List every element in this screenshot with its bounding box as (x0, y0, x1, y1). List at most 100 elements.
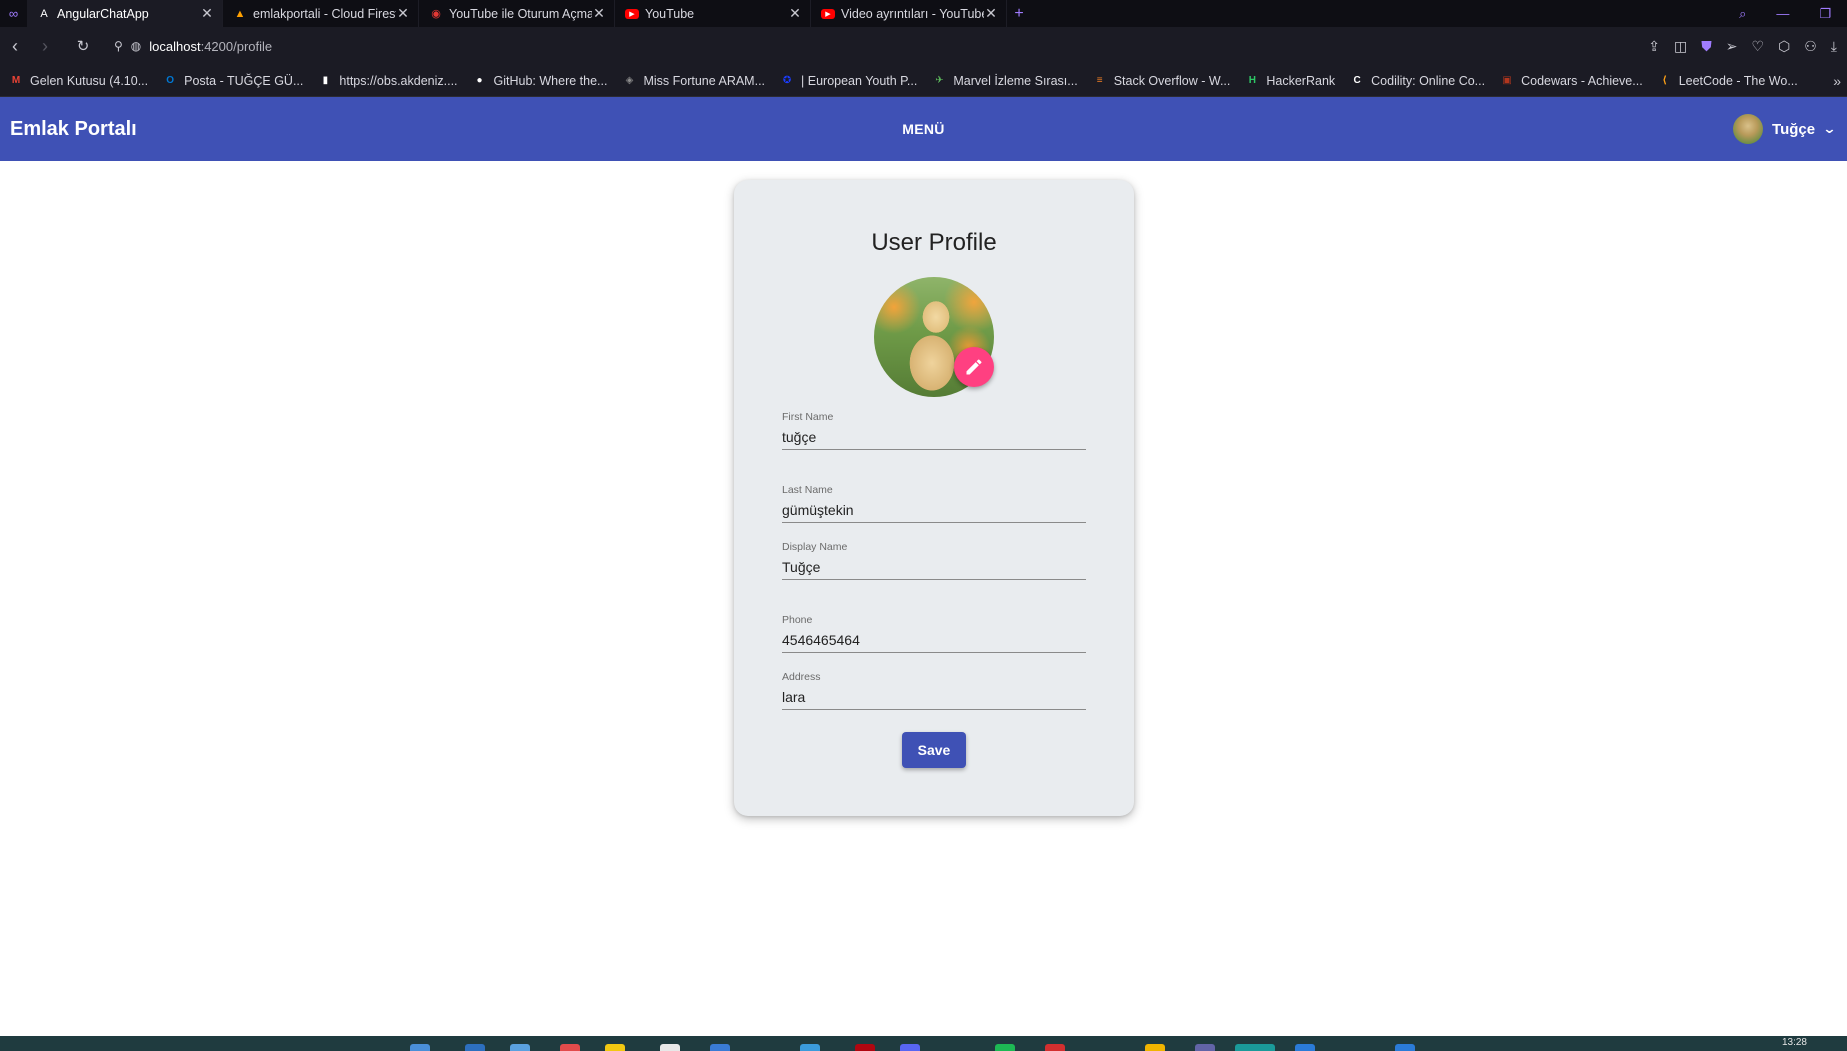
search-tabs-icon[interactable]: ⌕ (1739, 6, 1746, 22)
forward-button[interactable]: › (30, 31, 60, 61)
app-icon[interactable] (1195, 1044, 1215, 1051)
app-icon[interactable] (900, 1044, 920, 1051)
address-bar: ‹ › ↻ ⚲ ◍ localhost:4200/profile ⇪ ◫ ⛊ ➢… (0, 27, 1847, 65)
app-icon[interactable] (1395, 1044, 1415, 1051)
app-icon[interactable] (995, 1044, 1015, 1051)
phone-underline (782, 652, 1086, 653)
app-icon[interactable] (855, 1044, 875, 1051)
tab-title: AngularChatApp (57, 6, 149, 21)
reload-button[interactable]: ↻ (68, 31, 98, 61)
youtube-icon: ▶ (625, 8, 639, 19)
send-icon[interactable]: ➢ (1726, 38, 1738, 55)
back-button[interactable]: ‹ (0, 31, 30, 61)
browser-tab[interactable]: ▲ emlakportali - Cloud Firest ✕ (223, 0, 419, 27)
address-input[interactable] (782, 687, 1086, 707)
first-name-input[interactable] (782, 427, 1086, 447)
stackoverflow-icon: ≡ (1096, 75, 1103, 86)
browser-tab[interactable]: ▶ Video ayrıntıları - YouTube ✕ (811, 0, 1007, 27)
site-info-icon[interactable]: ⚲ (114, 39, 123, 53)
last-name-input[interactable] (782, 500, 1086, 520)
phone-input[interactable] (782, 630, 1086, 650)
menu-button[interactable]: MENÜ (902, 121, 944, 137)
app-icon[interactable] (1295, 1044, 1315, 1051)
close-tab-icon[interactable]: ✕ (984, 5, 998, 22)
eu-icon: ✪ (782, 75, 792, 86)
bookmark-item[interactable]: M Gelen Kutusu (4.10... (8, 74, 148, 88)
page-title: User Profile (871, 229, 997, 256)
share-icon[interactable]: ⇪ (1648, 38, 1660, 55)
display-name-field: Display Name (782, 541, 1086, 580)
os-taskbar: 13:28 (0, 1036, 1847, 1051)
bookmark-item[interactable]: ▣ Codewars - Achieve... (1499, 73, 1643, 88)
tab-list: A AngularChatApp ✕ ▲ emlakportali - Cloud Fi… (27, 0, 1007, 27)
bookmark-item[interactable]: H HackerRank (1244, 74, 1335, 88)
bookmark-item[interactable]: O Posta - TUĞÇE GÜ... (162, 74, 303, 88)
close-tab-icon[interactable]: ✕ (396, 5, 410, 22)
camera-icon[interactable]: ◫ (1674, 38, 1687, 55)
url-text[interactable]: localhost:4200/profile (149, 39, 272, 54)
last-name-underline (782, 522, 1086, 523)
browser-tab[interactable]: ◉ YouTube ile Oturum Açma ✕ (419, 0, 615, 27)
minimize-button[interactable]: — (1776, 6, 1789, 21)
angular-icon: A (40, 7, 48, 20)
bookmark-item[interactable]: ● GitHub: Where the... (472, 74, 607, 88)
first-name-underline (782, 449, 1086, 450)
browser-menu-icon[interactable]: ∞ (0, 0, 27, 27)
maximize-button[interactable]: ❐ (1819, 6, 1831, 22)
app-icon[interactable] (410, 1044, 430, 1051)
tab-title: emlakportali - Cloud Firest (253, 6, 396, 21)
app-icon[interactable] (1145, 1044, 1165, 1051)
app-icon[interactable] (660, 1044, 680, 1051)
display-name-input[interactable] (782, 557, 1086, 577)
app-icon[interactable] (710, 1044, 730, 1051)
browser-tab[interactable]: ▶ YouTube ✕ (615, 0, 811, 27)
bookmark-item[interactable]: ⟨ LeetCode - The Wo... (1657, 74, 1797, 88)
app-icon[interactable] (800, 1044, 820, 1051)
bookmark-label: Posta - TUĞÇE GÜ... (184, 73, 304, 88)
bookmarks-overflow-icon[interactable]: » (1833, 65, 1841, 97)
bookmark-label: Gelen Kutusu (4.10... (30, 73, 149, 88)
address-underline (782, 709, 1086, 710)
profile-card: User Profile First Name Last Name Displa… (734, 180, 1134, 816)
bookmark-label: Codility: Online Co... (1371, 73, 1486, 88)
heart-icon[interactable]: ♡ (1751, 38, 1764, 55)
download-icon[interactable]: ⤓ (1831, 38, 1837, 55)
app-icon[interactable] (510, 1044, 530, 1051)
account-icon[interactable]: ⚇ (1804, 38, 1817, 55)
firebase-icon: ▲ (234, 7, 246, 20)
bookmark-label: https://obs.akdeniz.... (339, 73, 458, 88)
new-tab-button[interactable]: + (1007, 0, 1031, 27)
profile-photo-container (874, 277, 994, 397)
url-field[interactable]: ⚲ ◍ localhost:4200/profile (114, 39, 272, 54)
address-field: Address (782, 671, 1086, 710)
close-tab-icon[interactable]: ✕ (592, 5, 606, 22)
bookmark-item[interactable]: ✈ Marvel İzleme Sırası... (931, 74, 1078, 88)
app-icon[interactable] (1045, 1044, 1065, 1051)
clock[interactable]: 13:28 (1782, 1037, 1807, 1048)
edit-photo-button[interactable] (954, 347, 994, 387)
browser-tab-bar: ∞ A AngularChatApp ✕ ▲ emlakportali - Cloud … (0, 0, 1847, 27)
bookmark-label: Codewars - Achieve... (1521, 73, 1643, 88)
bookmark-item[interactable]: ≡ Stack Overflow - W... (1092, 74, 1231, 88)
app-icon[interactable] (605, 1044, 625, 1051)
browser-tab[interactable]: A AngularChatApp ✕ (27, 0, 223, 27)
brand-title[interactable]: Emlak Portalı (10, 118, 137, 141)
bookmark-item[interactable]: ▮ https://obs.akdeniz.... (317, 73, 458, 88)
first-name-field: First Name (782, 411, 1086, 450)
close-tab-icon[interactable]: ✕ (788, 5, 802, 22)
close-tab-icon[interactable]: ✕ (200, 5, 214, 22)
shield-icon[interactable]: ⛊ (1701, 38, 1712, 55)
document-icon: ▮ (322, 75, 329, 86)
bookmark-item[interactable]: ✪ | European Youth P... (779, 74, 918, 88)
save-button[interactable]: Save (902, 732, 966, 768)
bookmark-item[interactable]: ◈ Miss Fortune ARAM... (621, 74, 765, 88)
user-menu-button[interactable]: Tuğçe ⌄ (1733, 114, 1837, 144)
tab-title: YouTube ile Oturum Açma (449, 6, 592, 21)
app-icon[interactable] (1235, 1044, 1275, 1051)
bookmark-label: HackerRank (1266, 73, 1336, 88)
bookmark-item[interactable]: C Codility: Online Co... (1349, 73, 1486, 88)
box-icon[interactable]: ⬡ (1778, 38, 1790, 55)
app-icon[interactable] (465, 1044, 485, 1051)
bookmark-list: M Gelen Kutusu (4.10... O Posta - TUĞÇE GÜ.… (8, 74, 1798, 88)
app-icon[interactable] (560, 1044, 580, 1051)
